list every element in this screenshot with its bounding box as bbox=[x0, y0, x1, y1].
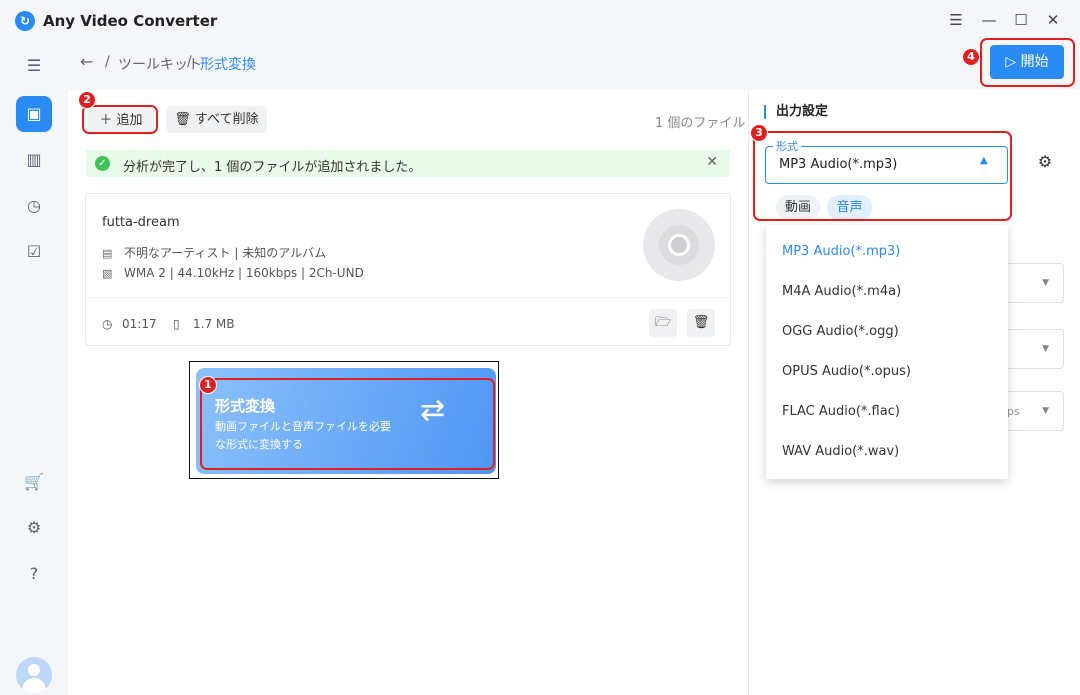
clock-icon: ◷ bbox=[102, 317, 113, 331]
card-divider bbox=[86, 297, 730, 298]
tasks-icon[interactable]: ☑ bbox=[16, 234, 52, 270]
library-icon[interactable]: ▥ bbox=[16, 142, 52, 178]
title-bar: ↻ Any Video Converter ☰ — ☐ ✕ bbox=[0, 0, 1080, 40]
success-notice: ✓ 分析が完了し、1 個のファイルが追加されました。 ✕ bbox=[86, 150, 730, 177]
dropdown-partial-text: ps bbox=[1007, 405, 1020, 418]
cart-icon[interactable]: 🛒 bbox=[16, 464, 52, 500]
option-m4a[interactable]: M4A Audio(*.m4a) bbox=[782, 284, 901, 299]
toolkit-icon[interactable]: ▣ bbox=[16, 96, 52, 132]
delete-all-button[interactable]: 🗑 すべて削除 bbox=[166, 106, 267, 133]
maximize-button[interactable]: ☐ bbox=[1008, 8, 1034, 32]
highlight-add-button bbox=[82, 105, 158, 134]
help-icon[interactable]: ? bbox=[16, 556, 52, 592]
highlight-format-select bbox=[753, 131, 1012, 221]
minimize-button[interactable]: — bbox=[976, 8, 1002, 32]
avatar-body-icon bbox=[22, 678, 46, 693]
step-badge-1: 1 bbox=[199, 376, 217, 394]
open-folder-button[interactable]: 🗁 bbox=[649, 309, 677, 337]
caret-down-icon: ▼ bbox=[1042, 344, 1049, 354]
breadcrumb: ← / ツールキット / 形式変換 bbox=[68, 40, 1080, 90]
sidebar-collapse-icon[interactable]: ☰ bbox=[16, 48, 52, 84]
highlight-start-button bbox=[980, 38, 1075, 87]
breadcrumb-current: 形式変換 bbox=[200, 57, 256, 73]
delete-file-button[interactable]: 🗑 bbox=[687, 309, 715, 337]
option-mp3[interactable]: MP3 Audio(*.mp3) bbox=[782, 244, 900, 259]
settings-gear-icon[interactable]: ⚙ bbox=[16, 510, 52, 546]
avatar[interactable] bbox=[16, 657, 52, 693]
step-badge-3: 3 bbox=[750, 124, 768, 142]
check-icon: ✓ bbox=[95, 156, 110, 171]
step-badge-4: 4 bbox=[962, 48, 980, 66]
album-icon: ▤ bbox=[102, 247, 113, 260]
file-count: 1 個のファイル bbox=[655, 116, 746, 131]
caret-down-icon: ▼ bbox=[1042, 278, 1049, 288]
artist-album-row: ▤ 不明なアーティスト | 未知のアルバム bbox=[102, 244, 326, 261]
option-flac[interactable]: FLAC Audio(*.flac) bbox=[782, 404, 900, 419]
format-settings-icon[interactable]: ⚙ bbox=[1033, 150, 1057, 174]
audio-info-row: ▧ WMA 2 | 44.10kHz | 160kbps | 2Ch-UND bbox=[102, 266, 364, 280]
file-name: futta-dream bbox=[102, 215, 180, 230]
audio-info-text: WMA 2 | 44.10kHz | 160kbps | 2Ch-UND bbox=[124, 266, 364, 280]
option-wav[interactable]: WAV Audio(*.wav) bbox=[782, 444, 899, 459]
file-size: ▯ 1.7 MB bbox=[173, 317, 234, 331]
file-card: futta-dream ▤ 不明なアーティスト | 未知のアルバム ▧ WMA 2 … bbox=[85, 193, 731, 346]
avatar-head-icon bbox=[28, 664, 40, 676]
sidebar: ☰ ▣ ▥ ◷ ☑ 🛒 ⚙ ? bbox=[0, 40, 68, 695]
breadcrumb-separator: / bbox=[187, 54, 192, 70]
app-logo-icon: ↻ bbox=[15, 11, 35, 31]
step-badge-2: 2 bbox=[78, 91, 96, 109]
back-arrow-icon[interactable]: ← bbox=[80, 52, 93, 71]
app-title: Any Video Converter bbox=[43, 12, 218, 30]
menu-icon[interactable]: ☰ bbox=[943, 8, 969, 32]
caret-down-icon: ▼ bbox=[1042, 406, 1049, 416]
format-dropdown-list: MP3 Audio(*.mp3) M4A Audio(*.m4a) OGG Au… bbox=[766, 225, 1008, 479]
notice-message: 分析が完了し、1 個のファイルが追加されました。 bbox=[123, 160, 422, 175]
duration: ◷ 01:17 bbox=[102, 317, 157, 331]
audio-file-icon: ▧ bbox=[102, 267, 113, 280]
file-icon: ▯ bbox=[173, 317, 180, 331]
duration-text: 01:17 bbox=[122, 317, 157, 331]
file-size-text: 1.7 MB bbox=[193, 317, 235, 331]
history-icon[interactable]: ◷ bbox=[16, 188, 52, 224]
artist-album-text: 不明なアーティスト | 未知のアルバム bbox=[124, 246, 327, 260]
option-opus[interactable]: OPUS Audio(*.opus) bbox=[782, 364, 911, 379]
close-icon[interactable]: ✕ bbox=[706, 154, 718, 170]
disc-thumbnail-icon bbox=[643, 209, 715, 281]
output-settings-title: 出力設定 bbox=[764, 105, 828, 119]
highlight-feature-card bbox=[200, 378, 495, 470]
option-ogg[interactable]: OGG Audio(*.ogg) bbox=[782, 324, 899, 339]
breadcrumb-separator: / bbox=[105, 54, 110, 70]
close-button[interactable]: ✕ bbox=[1040, 8, 1066, 32]
